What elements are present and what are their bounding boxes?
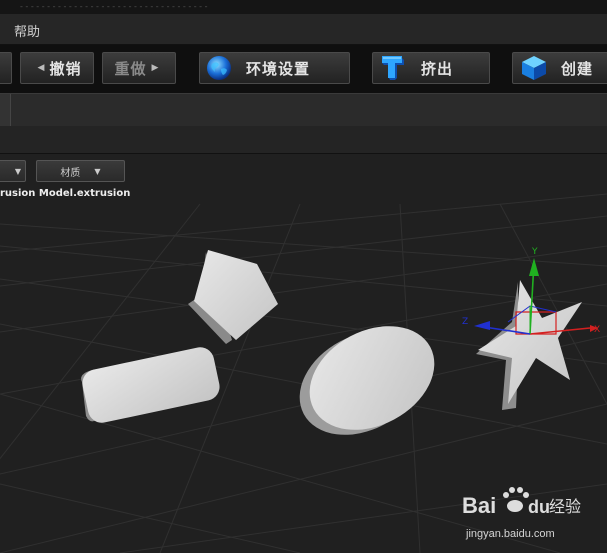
environment-settings-label: 环境设置 bbox=[246, 59, 311, 78]
toolbar-stub-button[interactable] bbox=[0, 52, 12, 84]
baidu-watermark: Bai du 经验 jingyan.baidu.com bbox=[462, 487, 581, 540]
view-dropdown[interactable]: ▼ bbox=[0, 160, 26, 182]
chevron-down-icon: ▼ bbox=[94, 166, 101, 176]
chevron-left-icon: ◀ bbox=[37, 63, 45, 73]
transform-gizmo[interactable]: Y X Z bbox=[462, 247, 600, 335]
chevron-down-icon: ▼ bbox=[14, 166, 22, 176]
window-title-bar: - - - - - - - - - - - - - - - - - - - - … bbox=[0, 0, 607, 14]
rounded-rectangle-shape[interactable] bbox=[80, 345, 222, 426]
model-info-text: rusion Model.extrusion bbox=[0, 188, 131, 199]
menu-bar: 帮助 bbox=[0, 14, 607, 45]
material-dropdown-label: 材质 bbox=[60, 167, 81, 179]
undo-label: 撤销 bbox=[49, 59, 82, 78]
redo-button[interactable]: 重做 ▶ bbox=[102, 52, 176, 84]
ellipse-shape[interactable] bbox=[282, 306, 453, 456]
material-dropdown[interactable]: 材质 ▼ bbox=[36, 160, 125, 182]
3d-viewport[interactable]: Y X Z Bai du 经验 jingyan.baidu.com ▼ 材质 ▼… bbox=[0, 154, 607, 553]
watermark-brand2: du bbox=[528, 497, 550, 517]
create-label: 创建 bbox=[561, 59, 594, 78]
gizmo-y-label: Y bbox=[531, 247, 538, 257]
cube-icon bbox=[522, 56, 546, 80]
watermark-brand: Bai bbox=[462, 493, 496, 518]
create-button[interactable]: 创建 bbox=[512, 52, 607, 84]
panel-tab[interactable] bbox=[0, 94, 11, 126]
secondary-toolbar bbox=[0, 93, 607, 127]
paw-icon bbox=[503, 487, 529, 512]
extrude-label: 挤出 bbox=[421, 59, 454, 78]
watermark-cn: 经验 bbox=[549, 497, 581, 516]
extrude-t-icon bbox=[382, 56, 404, 80]
gizmo-x-label: X bbox=[594, 325, 600, 335]
redo-label: 重做 bbox=[114, 59, 147, 78]
extrude-button[interactable]: 挤出 bbox=[372, 52, 490, 84]
toolbar: ◀ 撤销 重做 ▶ 环境设置 挤出 创建 bbox=[0, 45, 607, 93]
undo-button[interactable]: ◀ 撤销 bbox=[20, 52, 94, 84]
gizmo-z-label: Z bbox=[462, 317, 468, 327]
scene-canvas[interactable]: Y X Z Bai du 经验 jingyan.baidu.com bbox=[0, 154, 607, 553]
tertiary-toolbar bbox=[0, 126, 607, 154]
watermark-url: jingyan.baidu.com bbox=[465, 528, 555, 540]
menu-help[interactable]: 帮助 bbox=[14, 21, 40, 40]
chevron-right-icon: ▶ bbox=[151, 63, 159, 73]
window-title-text: - - - - - - - - - - - - - - - - - - - - … bbox=[20, 2, 208, 11]
globe-icon bbox=[207, 56, 231, 80]
environment-settings-button[interactable]: 环境设置 bbox=[199, 52, 350, 84]
pentagon-shape[interactable] bbox=[188, 250, 278, 344]
